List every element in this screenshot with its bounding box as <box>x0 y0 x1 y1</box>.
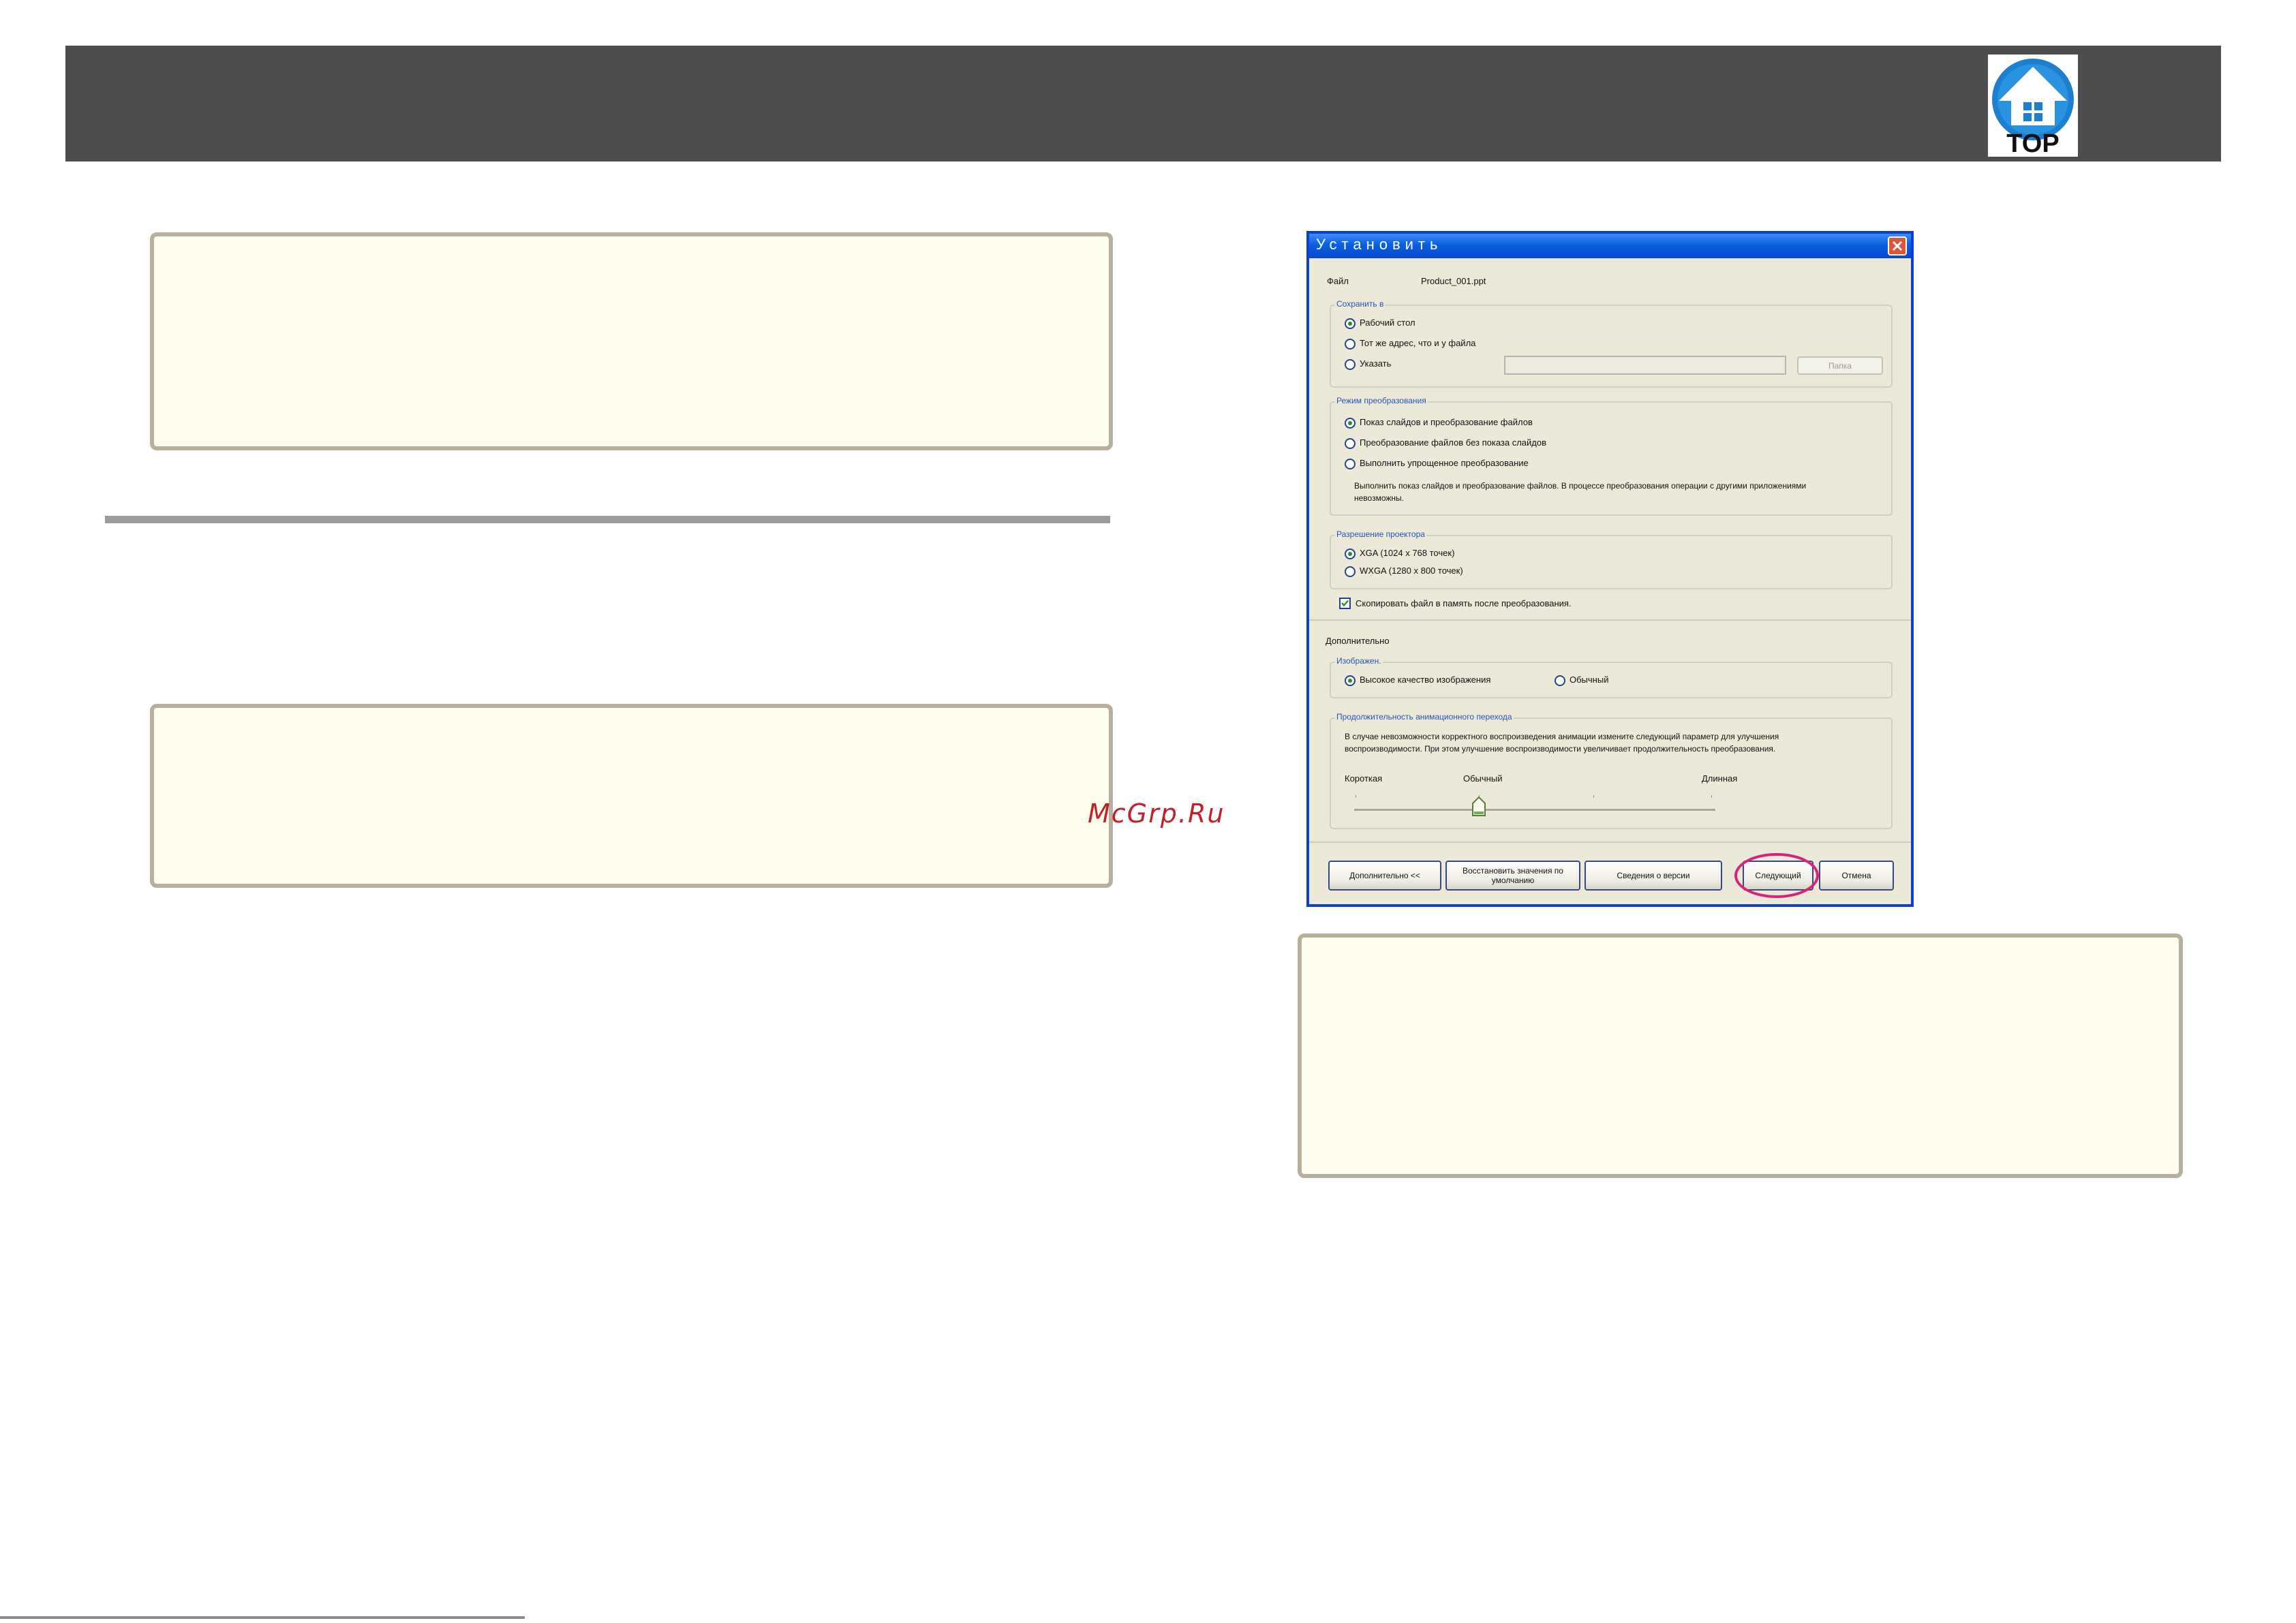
advanced-heading: Дополнительно <box>1326 636 1390 646</box>
save-to-legend: Сохранить в <box>1335 299 1386 309</box>
slider-label-normal: Обычный <box>1463 773 1503 784</box>
animation-slider-track[interactable] <box>1354 809 1715 811</box>
resolution-legend: Разрешение проектора <box>1335 529 1426 539</box>
file-name: Product_001.ppt <box>1421 276 1486 286</box>
resolution-group <box>1330 535 1893 589</box>
animation-legend: Продолжительность анимационного перехода <box>1335 712 1514 722</box>
resolution-wxga-radio[interactable] <box>1345 566 1356 577</box>
mode-description-2: невозможны. <box>1354 493 1404 503</box>
top-home-link[interactable]: TOP <box>1988 55 2078 158</box>
save-same-location-radio[interactable] <box>1345 339 1356 350</box>
copy-to-memory-label: Скопировать файл в память после преобраз… <box>1356 598 1572 608</box>
image-legend: Изображен. <box>1335 656 1383 666</box>
file-label: Файл <box>1327 276 1349 286</box>
note-box-3 <box>1298 933 2183 1178</box>
mode-show-convert-radio[interactable] <box>1345 418 1356 429</box>
animation-text-2: воспроизводимости. При этом улучшение во… <box>1345 744 1776 754</box>
next-button-highlight <box>1734 853 1819 898</box>
save-desktop-radio[interactable] <box>1345 318 1356 329</box>
save-desktop-label: Рабочий стол <box>1360 318 1415 328</box>
button-separator <box>1309 841 1911 843</box>
image-normal-label: Обычный <box>1570 675 1609 685</box>
resolution-wxga-label: WXGA (1280 x 800 точек) <box>1360 566 1463 576</box>
restore-defaults-button[interactable]: Восстановить значения по умолчанию <box>1445 861 1580 891</box>
page-header-bar <box>65 46 2221 161</box>
cancel-button[interactable]: Отмена <box>1819 861 1894 891</box>
animation-text-1: В случае невозможности корректного воспр… <box>1345 732 1779 741</box>
copy-to-memory-checkbox[interactable] <box>1339 598 1351 609</box>
top-logo-text: TOP <box>2006 129 2060 158</box>
slider-tick <box>1711 795 1712 798</box>
image-high-quality-radio[interactable] <box>1345 675 1356 686</box>
animation-slider-thumb[interactable] <box>1471 796 1486 817</box>
save-path-input[interactable] <box>1504 356 1786 375</box>
mode-convert-only-label: Преобразование файлов без показа слайдов <box>1360 437 1547 448</box>
slider-thumb-icon <box>1472 796 1486 816</box>
save-specify-radio[interactable] <box>1345 359 1356 370</box>
resolution-xga-radio[interactable] <box>1345 548 1356 559</box>
about-version-button[interactable]: Сведения о версии <box>1585 861 1722 891</box>
save-same-location-label: Тот же адрес, что и у файла <box>1360 338 1476 348</box>
mode-simple-radio[interactable] <box>1345 459 1356 469</box>
mode-simple-label: Выполнить упрощенное преобразование <box>1360 458 1529 468</box>
close-icon <box>1892 241 1903 251</box>
note-box-1 <box>150 232 1113 450</box>
footer-rule <box>0 1616 525 1619</box>
advanced-toggle-button[interactable]: Дополнительно << <box>1328 861 1441 891</box>
checkmark-icon <box>1341 600 1349 607</box>
advanced-separator <box>1309 619 1911 621</box>
folder-button[interactable]: Папка <box>1797 356 1883 375</box>
slider-tick <box>1593 795 1594 798</box>
close-button[interactable] <box>1888 236 1907 256</box>
install-dialog: Установить Файл Product_001.ppt Сохранит… <box>1306 231 1914 907</box>
save-specify-label: Указать <box>1360 358 1392 369</box>
mode-convert-only-radio[interactable] <box>1345 438 1356 449</box>
resolution-xga-label: XGA (1024 x 768 точек) <box>1360 548 1455 558</box>
watermark-text: McGrp.Ru <box>1088 799 1225 829</box>
image-normal-radio[interactable] <box>1555 675 1565 686</box>
note-box-2 <box>150 704 1113 888</box>
dialog-titlebar[interactable]: Установить <box>1309 234 1911 258</box>
dialog-title: Установить <box>1316 236 1443 253</box>
conversion-mode-legend: Режим преобразования <box>1335 396 1428 405</box>
slider-label-short: Короткая <box>1345 773 1383 784</box>
image-high-quality-label: Высокое качество изображения <box>1360 675 1491 685</box>
mode-description-1: Выполнить показ слайдов и преобразование… <box>1354 481 1807 491</box>
section-divider <box>105 516 1110 523</box>
mode-show-convert-label: Показ слайдов и преобразование файлов <box>1360 417 1533 427</box>
slider-label-long: Длинная <box>1702 773 1738 784</box>
